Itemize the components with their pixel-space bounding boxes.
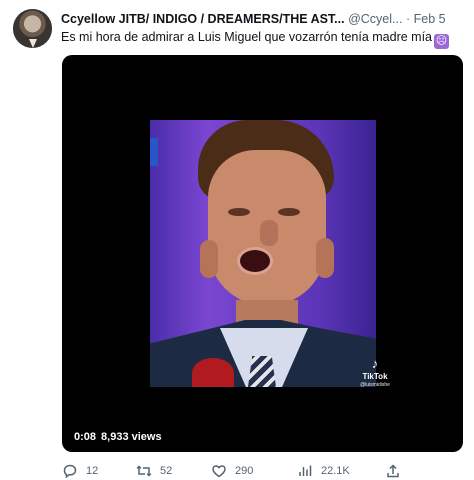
tiktok-label: TikTok bbox=[362, 372, 388, 381]
video-meta: 0:08 8,933 views bbox=[74, 431, 167, 443]
separator: · bbox=[405, 12, 411, 26]
tweet-date[interactable]: Feb 5 bbox=[414, 12, 446, 26]
tweet[interactable]: Ccyellow JITB/ INDIGO / DREAMERS/THE AST… bbox=[0, 0, 474, 480]
view-count: 22.1K bbox=[321, 465, 350, 477]
tiktok-icon: ♪ bbox=[371, 356, 379, 371]
share-icon bbox=[387, 464, 399, 478]
views-button[interactable]: 22.1K bbox=[297, 462, 350, 480]
analytics-icon bbox=[299, 465, 312, 476]
crying-face-emoji-icon: ☹ bbox=[434, 34, 450, 49]
like-count: 290 bbox=[235, 465, 254, 477]
video-player[interactable]: ♪ TikTok @luismidishe 0:08 8,933 views bbox=[62, 55, 463, 452]
video-duration: 0:08 bbox=[74, 431, 97, 443]
like-button[interactable]: 290 bbox=[211, 462, 253, 480]
share-button[interactable] bbox=[385, 462, 409, 480]
tweet-text-body: Es mi hora de admirar a Luis Miguel que … bbox=[61, 30, 433, 44]
tweet-actions: 12 52 290 22.1K bbox=[0, 460, 474, 480]
reply-button[interactable]: 12 bbox=[62, 462, 98, 480]
tiktok-watermark: ♪ TikTok @luismidishe bbox=[348, 357, 402, 389]
reply-icon bbox=[63, 464, 77, 479]
reply-count: 12 bbox=[86, 465, 99, 477]
heart-icon bbox=[212, 465, 226, 478]
video-frame bbox=[150, 120, 376, 387]
avatar[interactable] bbox=[13, 9, 52, 48]
video-views: 8,933 views bbox=[101, 431, 162, 443]
author-name[interactable]: Ccyellow JITB/ INDIGO / DREAMERS/THE AST… bbox=[61, 12, 345, 26]
author-handle[interactable]: @Ccyel... bbox=[348, 12, 402, 26]
retweet-button[interactable]: 52 bbox=[136, 462, 172, 480]
tweet-header: Ccyellow JITB/ INDIGO / DREAMERS/THE AST… bbox=[61, 10, 471, 28]
tweet-text: Es mi hora de admirar a Luis Miguel que … bbox=[61, 28, 466, 49]
tiktok-user: @luismidishe bbox=[360, 382, 390, 388]
retweet-count: 52 bbox=[160, 465, 173, 477]
retweet-icon bbox=[136, 465, 152, 477]
